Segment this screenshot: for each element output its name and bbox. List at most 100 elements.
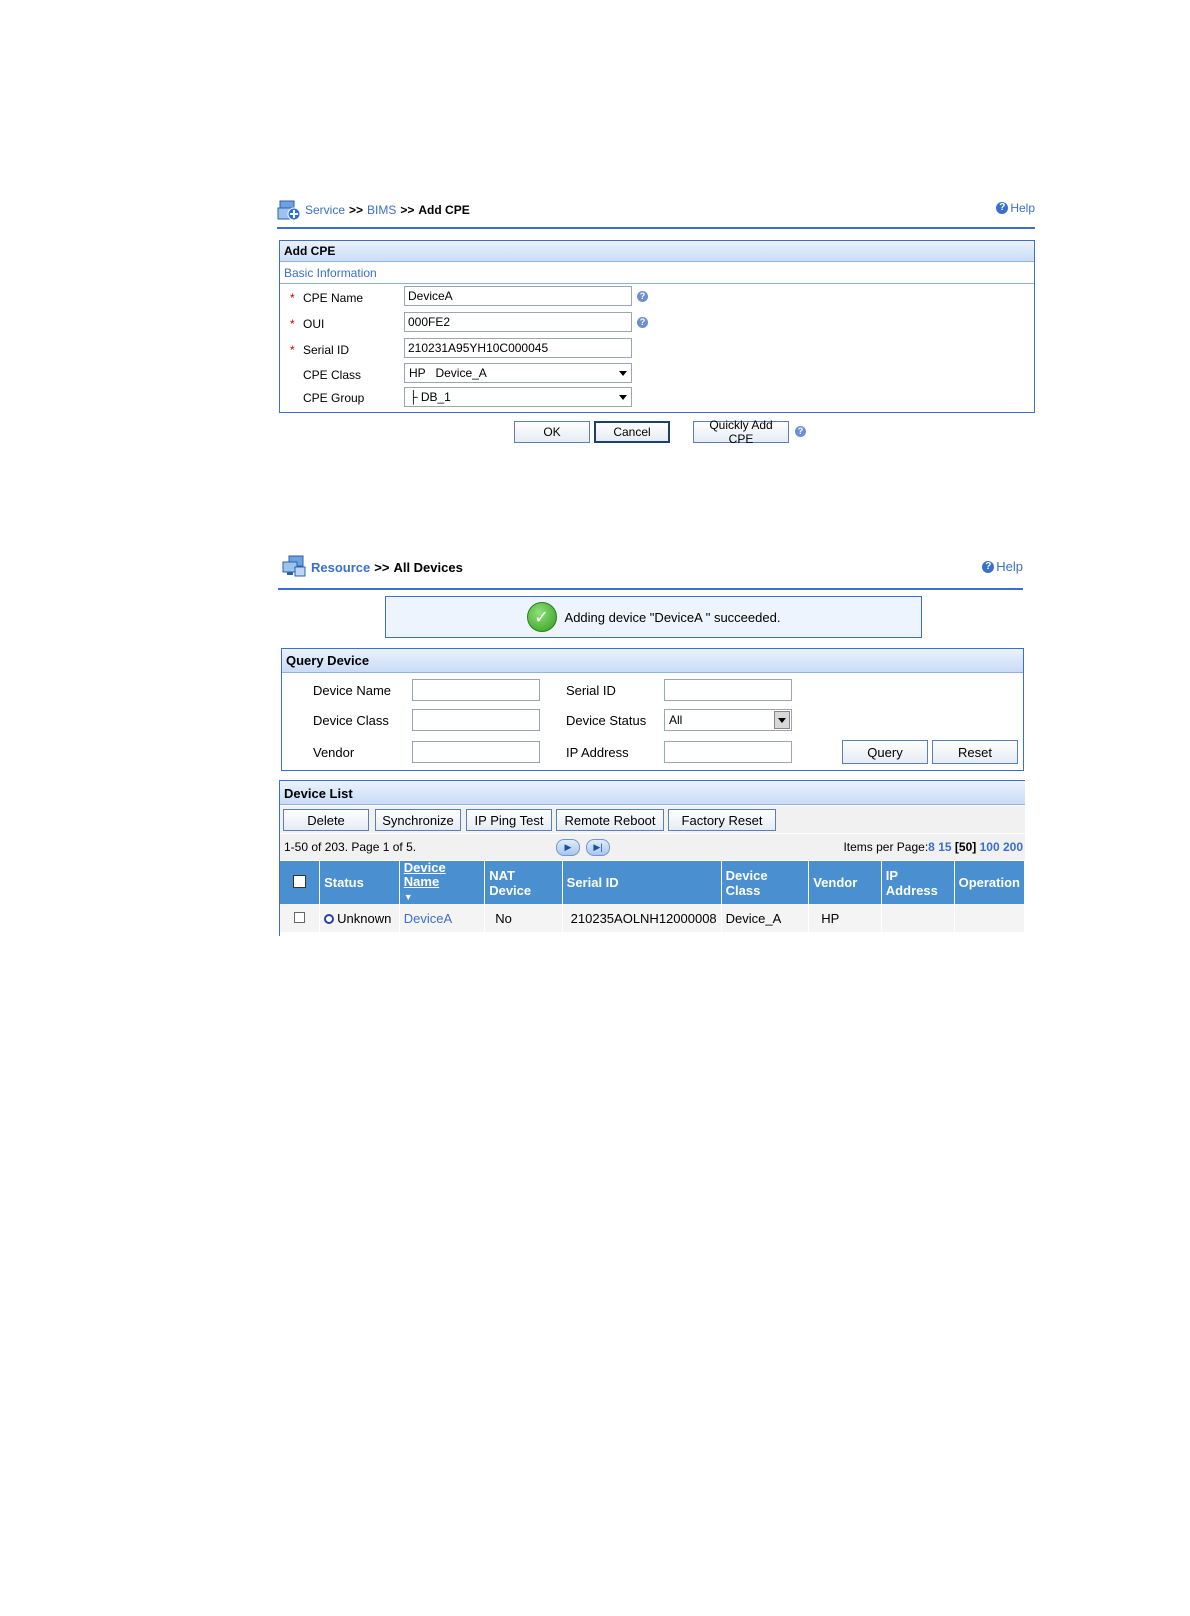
chevron-down-icon	[619, 370, 627, 376]
serial-id-input[interactable]	[404, 338, 632, 358]
cpe-group-select[interactable]: ├ DB_1	[404, 387, 632, 407]
row-vendor: HP	[808, 904, 882, 932]
per-page-15[interactable]: 15	[938, 840, 951, 854]
device-table: Status Device Name ▼ NAT Device Serial I…	[280, 860, 1026, 932]
column-status[interactable]: Status	[319, 861, 400, 904]
column-device-class[interactable]: Device Class	[721, 861, 810, 904]
column-vendor[interactable]: Vendor	[808, 861, 882, 904]
cpe-name-help-icon[interactable]: ?	[637, 291, 648, 302]
device-list-toolbar: Delete Synchronize IP Ping Test Remote R…	[280, 806, 1025, 833]
chevron-down-icon	[774, 711, 790, 729]
device-name-link[interactable]: DeviceA	[404, 911, 452, 926]
checkmark-icon: ✓	[526, 602, 557, 632]
breadcrumb-separator: >>	[349, 203, 364, 217]
table-row: Unknown DeviceA No 210235AOLNH12000008 D…	[280, 904, 1026, 932]
cpe-group-value: ├ DB_1	[409, 390, 451, 404]
breadcrumb-separator: >>	[374, 559, 390, 575]
status-unknown-icon	[324, 913, 335, 924]
breadcrumb-service[interactable]: Service	[305, 203, 345, 217]
row-status: Unknown	[319, 904, 400, 932]
cpe-name-label: CPE Name	[303, 291, 364, 305]
row-nat-device: No	[484, 904, 563, 932]
help-icon: ?	[982, 560, 995, 573]
device-name-sort-link[interactable]: Device Name	[404, 860, 446, 889]
column-nat-device[interactable]: NAT Device	[484, 861, 563, 904]
breadcrumb: Service >> BIMS >> Add CPE	[277, 199, 470, 221]
success-banner: ✓ Adding device "DeviceA " succeeded.	[385, 596, 922, 638]
all-devices-header: Resource >> All Devices ? Help	[281, 553, 1023, 581]
device-status-select[interactable]: All	[664, 709, 792, 731]
row-ip-address	[881, 904, 955, 932]
help-link[interactable]: ? Help	[996, 201, 1035, 215]
column-serial-id[interactable]: Serial ID	[562, 861, 722, 904]
row-operation	[954, 904, 1026, 932]
help-label: Help	[1010, 201, 1035, 215]
quickly-add-cpe-button[interactable]: Quickly Add CPE	[693, 418, 789, 446]
factory-reset-button[interactable]: Factory Reset	[668, 809, 776, 831]
section-title: Basic Information	[280, 262, 1034, 284]
cpe-class-select[interactable]: HP Device_A	[404, 363, 632, 383]
column-operation: Operation	[954, 861, 1026, 904]
sort-down-icon: ▼	[403, 892, 413, 902]
vendor-input[interactable]	[412, 741, 540, 763]
ip-ping-test-button[interactable]: IP Ping Test	[466, 809, 552, 831]
required-mark: *	[290, 317, 295, 331]
service-icon	[277, 200, 301, 221]
help-label: Help	[996, 559, 1023, 574]
column-ip-address[interactable]: IP Address	[881, 861, 955, 904]
oui-input[interactable]	[404, 312, 632, 332]
per-page-100[interactable]: 100	[980, 840, 1000, 854]
ip-address-input[interactable]	[664, 741, 792, 763]
delete-button[interactable]: Delete	[283, 809, 369, 831]
header-divider	[277, 227, 1035, 229]
breadcrumb-resource[interactable]: Resource	[311, 560, 370, 575]
ok-button[interactable]: OK	[514, 421, 590, 443]
breadcrumb-current: All Devices	[393, 559, 463, 575]
next-page-icon[interactable]: ▶	[556, 839, 580, 856]
select-all-checkbox[interactable]	[293, 874, 307, 888]
serial-id-label: Serial ID	[566, 683, 616, 698]
help-link[interactable]: ? Help	[982, 559, 1023, 574]
oui-help-icon[interactable]: ?	[637, 317, 648, 328]
help-icon: ?	[996, 202, 1009, 214]
last-page-icon[interactable]: ▶|	[586, 839, 610, 856]
cpe-class-label: CPE Class	[303, 368, 362, 382]
cancel-button[interactable]: Cancel	[594, 421, 670, 443]
quick-add-help-icon[interactable]: ?	[795, 426, 806, 437]
breadcrumb-current: Add CPE	[418, 203, 470, 217]
breadcrumb-bims[interactable]: BIMS	[367, 203, 396, 217]
device-name-label: Device Name	[313, 683, 392, 698]
per-page-50-current: [50]	[954, 840, 977, 854]
remote-reboot-button[interactable]: Remote Reboot	[556, 809, 664, 831]
table-header-row: Status Device Name ▼ NAT Device Serial I…	[280, 860, 1026, 904]
per-page-8[interactable]: 8	[928, 840, 935, 854]
synchronize-button[interactable]: Synchronize	[375, 809, 461, 831]
required-mark: *	[290, 291, 295, 305]
serial-id-input[interactable]	[664, 679, 792, 701]
select-all-header	[280, 861, 321, 904]
cpe-class-value: HP Device_A	[409, 366, 487, 380]
query-button[interactable]: Query	[842, 740, 928, 764]
row-status-text: Unknown	[337, 910, 392, 926]
ip-address-label: IP Address	[566, 745, 629, 760]
device-class-input[interactable]	[412, 709, 540, 731]
cpe-name-input[interactable]	[404, 286, 632, 306]
row-serial-id: 210235AOLNH12000008	[562, 904, 722, 932]
device-list-title: Device List	[280, 780, 1025, 805]
panel-title: Add CPE	[280, 241, 1034, 262]
reset-button[interactable]: Reset	[932, 740, 1018, 764]
oui-label: OUI	[303, 317, 325, 331]
add-cpe-panel: Add CPE Basic Information * CPE Name ? *…	[279, 240, 1035, 413]
resource-icon	[282, 555, 306, 577]
row-checkbox[interactable]	[294, 911, 306, 923]
breadcrumb: Resource >> All Devices	[281, 555, 463, 579]
vendor-label: Vendor	[313, 745, 355, 760]
device-class-label: Device Class	[313, 713, 389, 728]
device-status-value: All	[669, 713, 683, 727]
device-list-section: Device List Delete Synchronize IP Ping T…	[279, 780, 1026, 936]
column-device-name[interactable]: Device Name ▼	[399, 860, 486, 904]
pager-summary: 1-50 of 203. Page 1 of 5.	[284, 840, 417, 854]
query-panel-title: Query Device	[282, 649, 1023, 673]
per-page-200[interactable]: 200	[1003, 840, 1023, 854]
device-name-input[interactable]	[412, 679, 540, 701]
